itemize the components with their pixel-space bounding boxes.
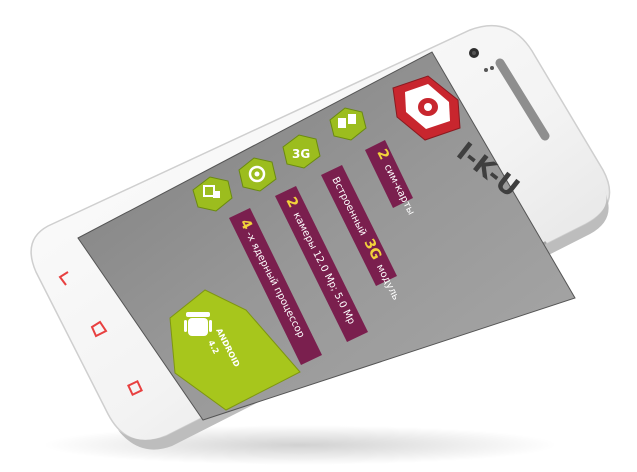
product-photo: I-K-U 3G 2 сим-карты Встроенный 3G модул… <box>0 0 637 472</box>
sim-cards-icon <box>338 118 346 128</box>
smartphone: I-K-U 3G 2 сим-карты Встроенный 3G модул… <box>30 24 611 450</box>
3g-icon: 3G <box>292 147 310 161</box>
android-icon <box>184 312 212 336</box>
